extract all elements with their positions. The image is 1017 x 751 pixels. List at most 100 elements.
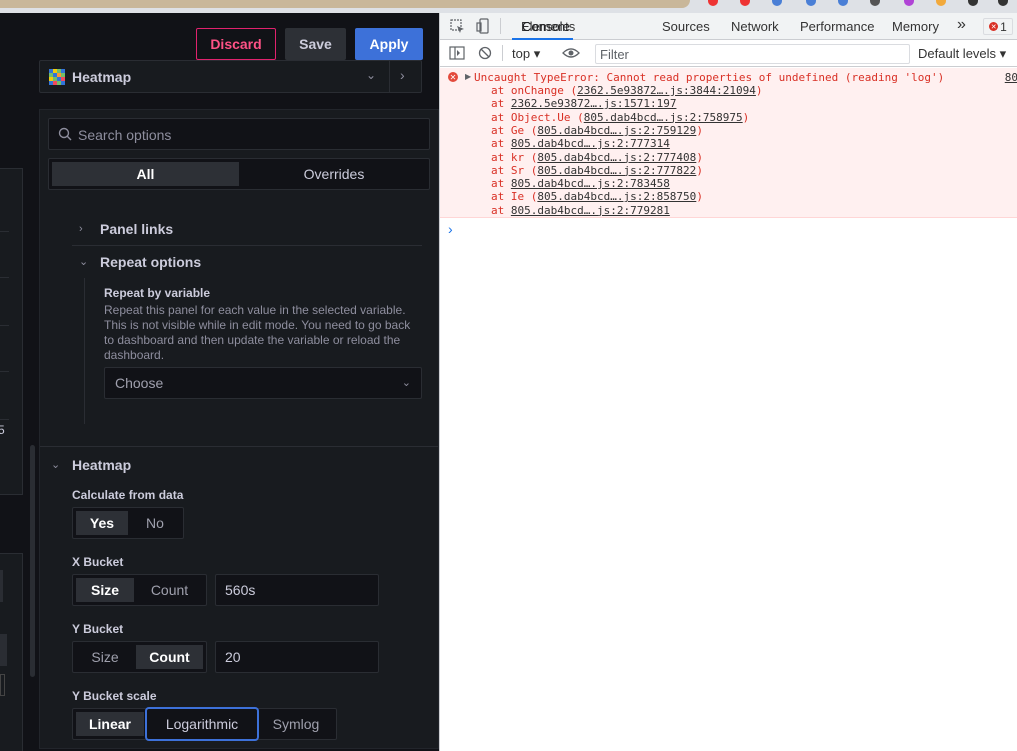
context-selector[interactable]: top ▾ (512, 46, 540, 62)
y-bucket-count[interactable]: Count (136, 645, 203, 669)
chevron-down-icon: ⌄ (366, 68, 377, 82)
context-value: top (512, 46, 531, 61)
chevron-down-icon[interactable]: ⌄ (51, 458, 60, 471)
extension-icon[interactable] (740, 0, 750, 6)
eye-icon[interactable] (562, 47, 580, 59)
stack-frame: at 805.dab4bcd….js:2:779281 (491, 204, 670, 217)
more-tabs-button[interactable]: » (957, 16, 966, 34)
stack-frame-link[interactable]: 805.dab4bcd….js:2:777408 (537, 151, 696, 164)
chevron-down-icon: ⌄ (401, 377, 411, 389)
tab-sources[interactable]: Sources (662, 19, 710, 34)
visualization-name: Heatmap (72, 69, 132, 85)
repeat-options-header[interactable]: Repeat options (100, 254, 201, 270)
extension-icon[interactable] (968, 0, 978, 6)
heatmap-section-header[interactable]: Heatmap (72, 457, 131, 473)
address-bar[interactable] (0, 0, 690, 8)
calculate-radio-group: Yes No (72, 507, 184, 539)
y-scale-linear[interactable]: Linear (76, 712, 144, 736)
extension-icon[interactable] (870, 0, 880, 6)
error-count-badge[interactable]: ✕ 1 (983, 18, 1013, 35)
stack-frame-end: ) (742, 110, 750, 124)
error-message: Uncaught TypeError: Cannot read properti… (474, 71, 945, 84)
stack-frame-link[interactable]: 2362.5e93872….js:1571:197 (511, 97, 677, 110)
stack-frame-end: ) (696, 190, 703, 204)
choose-placeholder: Choose (115, 375, 164, 391)
sidebar-toggle-icon[interactable] (449, 46, 465, 60)
repeat-variable-select[interactable]: Choose ⌄ (104, 367, 422, 399)
search-icon (58, 127, 72, 141)
stack-frame-function: at (491, 137, 511, 151)
expand-triangle-icon[interactable]: ▶ (465, 72, 471, 81)
stack-frame-link[interactable]: 805.dab4bcd….js:2:779281 (511, 204, 670, 217)
log-levels-dropdown[interactable]: Default levels ▾ (918, 46, 1006, 62)
stack-frame-link[interactable]: 805.dab4bcd….js:2:758975 (584, 111, 743, 124)
y-bucket-label: Y Bucket (72, 622, 124, 636)
console-prompt[interactable]: › (448, 221, 453, 237)
y-bucket-scale-radio-group: Linear Logarithmic Symlog (72, 707, 337, 741)
tab-overrides[interactable]: Overrides (241, 162, 427, 186)
error-icon: ✕ (448, 72, 458, 82)
x-bucket-count[interactable]: Count (136, 578, 203, 602)
stack-frame: at 805.dab4bcd….js:2:783458 (491, 177, 670, 190)
apply-button[interactable]: Apply (355, 28, 423, 60)
extension-icon[interactable] (998, 0, 1008, 6)
device-toolbar-icon[interactable] (476, 18, 490, 34)
devtools-tabbar: Elements Console Sources Network Perform… (440, 13, 1017, 40)
stack-frame-function: at (491, 203, 511, 217)
panel-links-header[interactable]: Panel links (100, 221, 173, 237)
tab-console[interactable]: Console (522, 19, 570, 34)
stack-frame-link[interactable]: 805.dab4bcd….js:2:858750 (537, 190, 696, 203)
clear-console-icon[interactable] (478, 46, 492, 60)
error-source-link[interactable]: 80 (1005, 71, 1017, 84)
stack-frame-link[interactable]: 2362.5e93872….js:3844:21094 (577, 84, 756, 97)
extension-icon[interactable] (838, 0, 848, 6)
stack-frame-link[interactable]: 805.dab4bcd….js:2:783458 (511, 177, 670, 190)
calculate-yes[interactable]: Yes (76, 511, 128, 535)
x-bucket-size[interactable]: Size (76, 578, 134, 602)
extension-icon[interactable] (936, 0, 946, 6)
stack-frame-end: ) (696, 150, 703, 164)
tab-all[interactable]: All (52, 162, 239, 186)
dashboard-panel-edge (0, 553, 23, 751)
filter-input[interactable]: Filter (595, 44, 910, 64)
y-bucket-size[interactable]: Size (76, 645, 134, 669)
search-options-input[interactable]: Search options (48, 118, 430, 150)
extension-icon[interactable] (904, 0, 914, 6)
inspect-element-icon[interactable] (450, 19, 465, 34)
stack-frame-link[interactable]: 805.dab4bcd….js:2:777314 (511, 137, 670, 150)
repeat-description: Repeat this panel for each value in the … (104, 303, 411, 362)
extension-icon[interactable] (708, 0, 718, 6)
y-scale-symlog[interactable]: Symlog (261, 712, 331, 736)
stack-frame: at Ge (805.dab4bcd….js:2:759129) (491, 124, 703, 137)
tab-memory[interactable]: Memory (892, 19, 939, 34)
calculate-no[interactable]: No (130, 511, 180, 535)
y-scale-logarithmic[interactable]: Logarithmic (145, 707, 259, 741)
y-bucket-value-input[interactable]: 20 (215, 641, 379, 673)
browser-chrome (0, 0, 1017, 13)
devtools-panel: Elements Console Sources Network Perform… (439, 13, 1017, 751)
extension-icon[interactable] (772, 0, 782, 6)
visualization-picker[interactable]: Heatmap ⌄ › (39, 60, 422, 93)
x-bucket-value-input[interactable]: 560s (215, 574, 379, 606)
stack-frame-function: at (491, 97, 511, 111)
search-placeholder: Search options (78, 127, 172, 143)
tab-network[interactable]: Network (731, 19, 779, 34)
console-error-entry: ✕ ▶ Uncaught TypeError: Cannot read prop… (440, 68, 1017, 218)
levels-label: Default levels (918, 46, 997, 61)
console-toolbar: top ▾ Filter Default levels ▾ (440, 40, 1017, 67)
repeat-by-variable-label: Repeat by variable (104, 286, 211, 300)
y-bucket-radio-group: Size Count (72, 641, 207, 673)
save-button[interactable]: Save (285, 28, 346, 60)
scrollbar[interactable] (30, 445, 35, 677)
stack-frame-link[interactable]: 805.dab4bcd….js:2:759129 (537, 124, 696, 137)
stack-frame-link[interactable]: 805.dab4bcd….js:2:777822 (537, 164, 696, 177)
tab-performance[interactable]: Performance (800, 19, 874, 34)
error-icon: ✕ (989, 22, 999, 31)
stack-frame: at Object.Ue (805.dab4bcd….js:2:758975) (491, 111, 749, 124)
chevron-right-icon[interactable]: › (400, 67, 405, 83)
discard-button[interactable]: Discard (196, 28, 276, 60)
chevron-right-icon[interactable]: › (79, 223, 83, 235)
stack-frame-function: at Object.Ue ( (491, 110, 584, 124)
chevron-down-icon[interactable]: ⌄ (79, 255, 88, 268)
extension-icon[interactable] (806, 0, 816, 6)
